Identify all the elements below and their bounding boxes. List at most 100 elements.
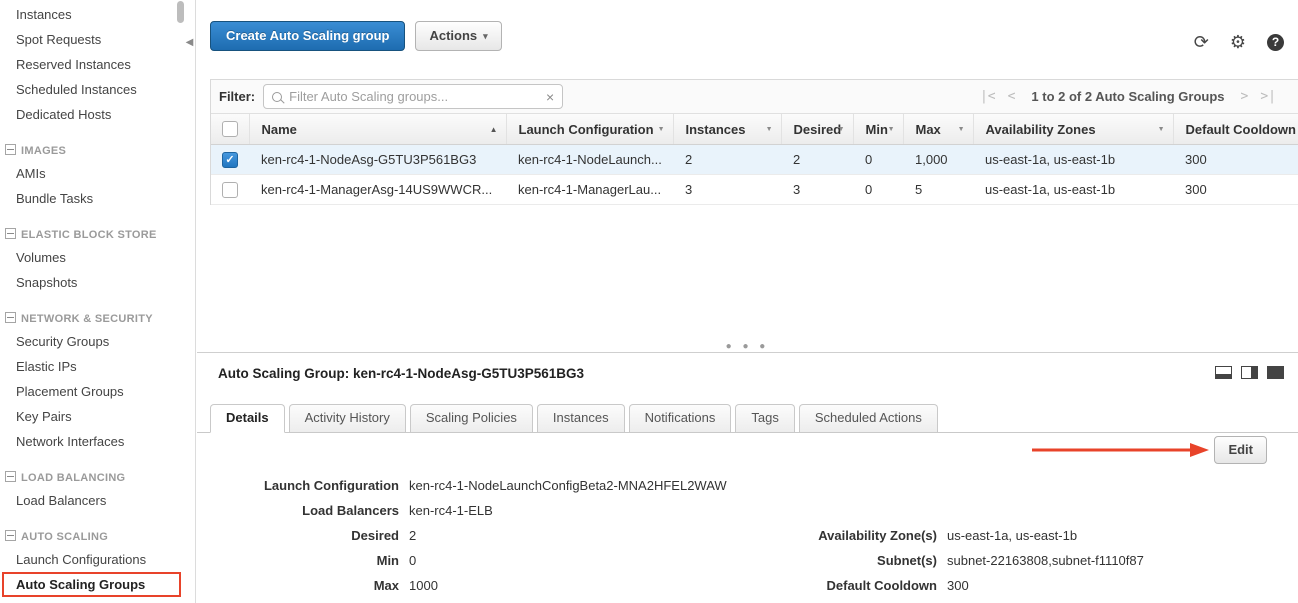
sidebar-item[interactable]: Network Interfaces	[0, 429, 195, 454]
filter-bar: Filter: × |< < 1 to 2 of 2 Auto Scaling …	[211, 80, 1298, 114]
column-header-default-cooldown[interactable]: Default Cooldown	[1173, 114, 1298, 145]
sidebar-item-label: LOAD BALANCING	[21, 472, 125, 484]
column-header-name[interactable]: Name▲	[249, 114, 506, 145]
create-auto-scaling-group-button[interactable]: Create Auto Scaling group	[210, 21, 405, 51]
details-tab[interactable]: Notifications	[629, 404, 732, 432]
column-filter-icon[interactable]: ▼	[766, 126, 773, 133]
collapse-section-icon[interactable]	[5, 471, 16, 482]
cell-name: ken-rc4-1-NodeAsg-G5TU3P561BG3	[249, 145, 506, 175]
sidebar-item[interactable]: Launch Configurations	[0, 547, 195, 572]
table-header-row: Name▲ Launch Configuration▼ Instances▼ D…	[211, 114, 1298, 145]
field-label: Default Cooldown	[719, 573, 937, 598]
collapse-section-icon[interactable]	[5, 312, 16, 323]
sidebar-item[interactable]: Scheduled Instances	[0, 77, 195, 102]
sidebar-item[interactable]: Dedicated Hosts	[0, 102, 195, 127]
sidebar-item[interactable]: Spot Requests	[0, 27, 195, 52]
toolbar: Create Auto Scaling group Actions▾	[210, 21, 502, 51]
asg-table-row[interactable]: ken-rc4-1-ManagerAsg-14US9WWCR... ken-rc…	[211, 175, 1298, 205]
column-filter-icon[interactable]: ▼	[958, 126, 965, 133]
sidebar-item-label: Security Groups	[16, 334, 109, 349]
column-header-max[interactable]: Max▼	[903, 114, 973, 145]
sidebar-item[interactable]: Reserved Instances	[0, 52, 195, 77]
sidebar-item[interactable]: Key Pairs	[0, 404, 195, 429]
filter-input[interactable]	[289, 89, 546, 104]
sidebar-item[interactable]: NETWORK & SECURITY	[0, 309, 195, 329]
cell-default-cooldown: 300	[1173, 175, 1298, 205]
prev-page-icon[interactable]: <	[1002, 89, 1022, 104]
sidebar-collapse-icon[interactable]: ◀	[183, 30, 196, 56]
select-all-header[interactable]	[211, 114, 249, 145]
last-page-icon[interactable]: >|	[1254, 89, 1282, 104]
column-filter-icon[interactable]: ▼	[838, 126, 845, 133]
sidebar-item[interactable]: AMIs	[0, 161, 195, 186]
field-value: 0	[409, 548, 709, 573]
column-filter-icon[interactable]: ▼	[658, 126, 665, 133]
sidebar-item[interactable]: Volumes	[0, 245, 195, 270]
edit-button[interactable]: Edit	[1214, 436, 1267, 464]
field-label: Availability Zone(s)	[719, 523, 937, 548]
sidebar-item[interactable]: Security Groups	[0, 329, 195, 354]
sidebar-item-label: Volumes	[16, 250, 66, 265]
actions-button[interactable]: Actions▾	[415, 21, 501, 51]
layout-full-pane-icon[interactable]	[1267, 366, 1284, 379]
sidebar-item[interactable]: ELASTIC BLOCK STORE	[0, 225, 195, 245]
details-field-row: Max 1000 Default Cooldown 300	[210, 573, 1298, 598]
sidebar-item-label: Key Pairs	[16, 409, 72, 424]
row-checkbox[interactable]	[222, 182, 238, 198]
field-value: ken-rc4-1-ELB	[409, 498, 709, 523]
collapse-section-icon[interactable]	[5, 228, 16, 239]
sidebar-item[interactable]: Snapshots	[0, 270, 195, 295]
collapse-section-icon[interactable]	[5, 144, 16, 155]
sidebar-item[interactable]: Bundle Tasks	[0, 186, 195, 211]
row-checkbox[interactable]	[222, 152, 238, 168]
first-page-icon[interactable]: |<	[974, 89, 1002, 104]
details-field-row: Desired 2 Availability Zone(s) us-east-1…	[210, 523, 1298, 548]
details-tab[interactable]: Instances	[537, 404, 625, 432]
sort-asc-icon: ▲	[490, 125, 498, 134]
details-tab[interactable]: Scheduled Actions	[799, 404, 938, 432]
toolbar-icons: ⟳ ⚙ ?	[1194, 33, 1284, 51]
collapse-section-icon[interactable]	[5, 530, 16, 541]
layout-bottom-pane-icon[interactable]	[1215, 366, 1232, 379]
cell-availability-zones: us-east-1a, us-east-1b	[973, 145, 1173, 175]
gear-icon[interactable]: ⚙	[1230, 33, 1246, 51]
details-tab[interactable]: Activity History	[289, 404, 406, 432]
select-all-checkbox[interactable]	[222, 121, 238, 137]
next-page-icon[interactable]: >	[1235, 89, 1255, 104]
sidebar-item[interactable]: IMAGES	[0, 141, 195, 161]
column-header-instances[interactable]: Instances▼	[673, 114, 781, 145]
details-tabbar: Details Activity History Scaling Policie…	[197, 403, 1298, 433]
field-value	[947, 498, 1298, 523]
details-tab[interactable]: Details	[210, 404, 285, 433]
details-tab[interactable]: Tags	[735, 404, 794, 432]
column-header-desired[interactable]: Desired▼	[781, 114, 853, 145]
details-field-row: Launch Configuration ken-rc4-1-NodeLaunc…	[210, 473, 1298, 498]
sidebar-item[interactable]: Placement Groups	[0, 379, 195, 404]
pane-splitter-handle[interactable]: ● ● ●	[197, 342, 1298, 352]
search-box[interactable]: ×	[263, 84, 563, 109]
field-value: ken-rc4-1-NodeLaunchConfigBeta2-MNA2HFEL…	[409, 473, 709, 498]
asg-table-row[interactable]: ken-rc4-1-NodeAsg-G5TU3P561BG3 ken-rc4-1…	[211, 145, 1298, 175]
column-header-launch-configuration[interactable]: Launch Configuration▼	[506, 114, 673, 145]
column-header-min[interactable]: Min▼	[853, 114, 903, 145]
column-filter-icon[interactable]: ▼	[1158, 126, 1165, 133]
sidebar-item-label: Placement Groups	[16, 384, 124, 399]
sidebar-item[interactable]: LOAD BALANCING	[0, 468, 195, 488]
refresh-icon[interactable]: ⟳	[1194, 33, 1209, 51]
sidebar-item[interactable]: Load Balancers	[0, 488, 195, 513]
sidebar-item[interactable]: Elastic IPs	[0, 354, 195, 379]
sidebar-item[interactable]: Auto Scaling Groups	[2, 572, 181, 597]
search-icon	[272, 92, 282, 102]
sidebar-scrollbar-thumb[interactable]	[177, 1, 184, 23]
sidebar-item[interactable]: AUTO SCALING	[0, 527, 195, 547]
sidebar-item[interactable]: Instances	[0, 2, 195, 27]
chevron-down-icon: ▾	[483, 31, 488, 41]
column-header-availability-zones[interactable]: Availability Zones▼	[973, 114, 1173, 145]
cell-desired: 3	[781, 175, 853, 205]
layout-right-pane-icon[interactable]	[1241, 366, 1258, 379]
help-icon[interactable]: ?	[1267, 34, 1284, 51]
clear-filter-icon[interactable]: ×	[546, 90, 554, 104]
column-filter-icon[interactable]: ▼	[888, 126, 895, 133]
details-tab[interactable]: Scaling Policies	[410, 404, 533, 432]
asg-table: Name▲ Launch Configuration▼ Instances▼ D…	[211, 114, 1298, 205]
